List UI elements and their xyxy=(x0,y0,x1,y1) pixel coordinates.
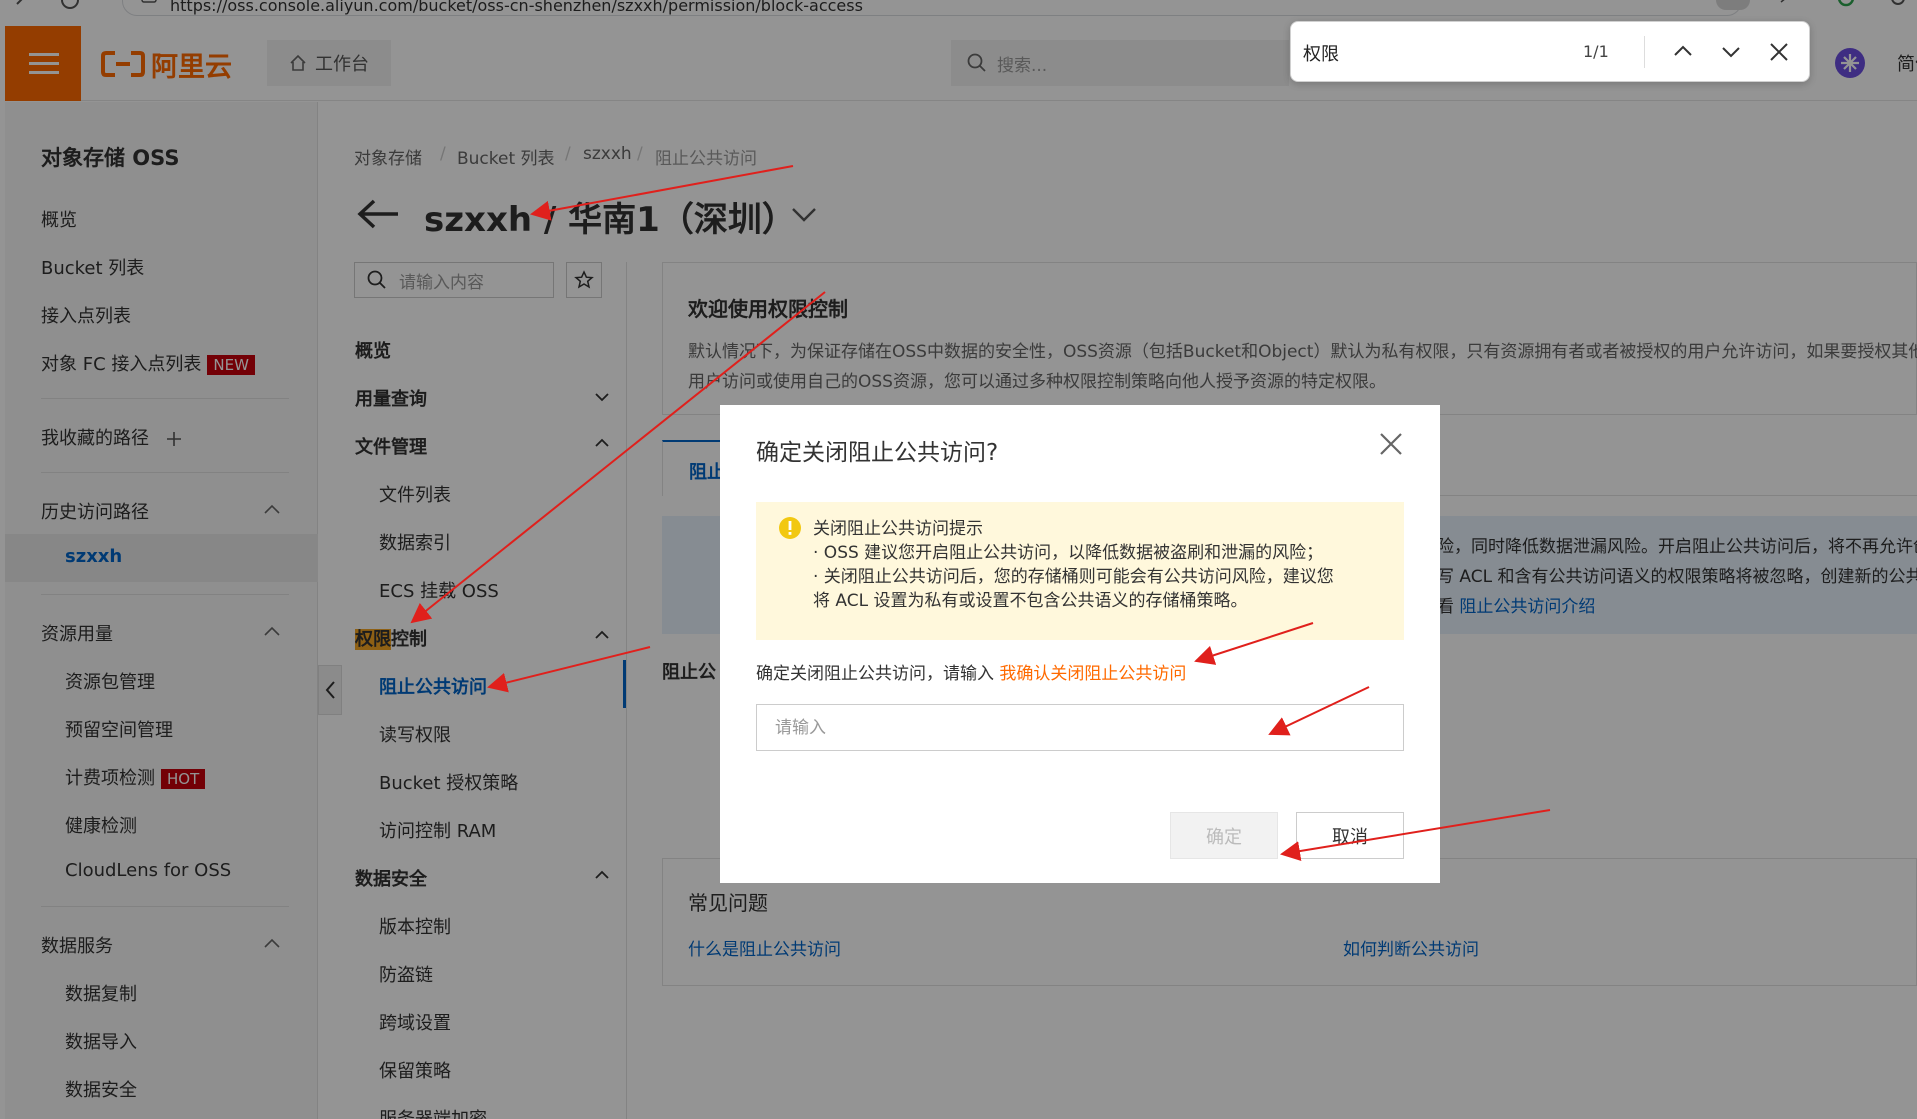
annotation-arrow xyxy=(410,291,826,624)
annotation-arrow xyxy=(1194,622,1314,665)
annotation-arrow xyxy=(1268,686,1370,736)
annotation-layer xyxy=(410,165,1551,861)
annotation-arrow xyxy=(487,646,651,693)
annotation-arrow xyxy=(1280,809,1551,861)
annotation-arrow xyxy=(530,165,794,221)
